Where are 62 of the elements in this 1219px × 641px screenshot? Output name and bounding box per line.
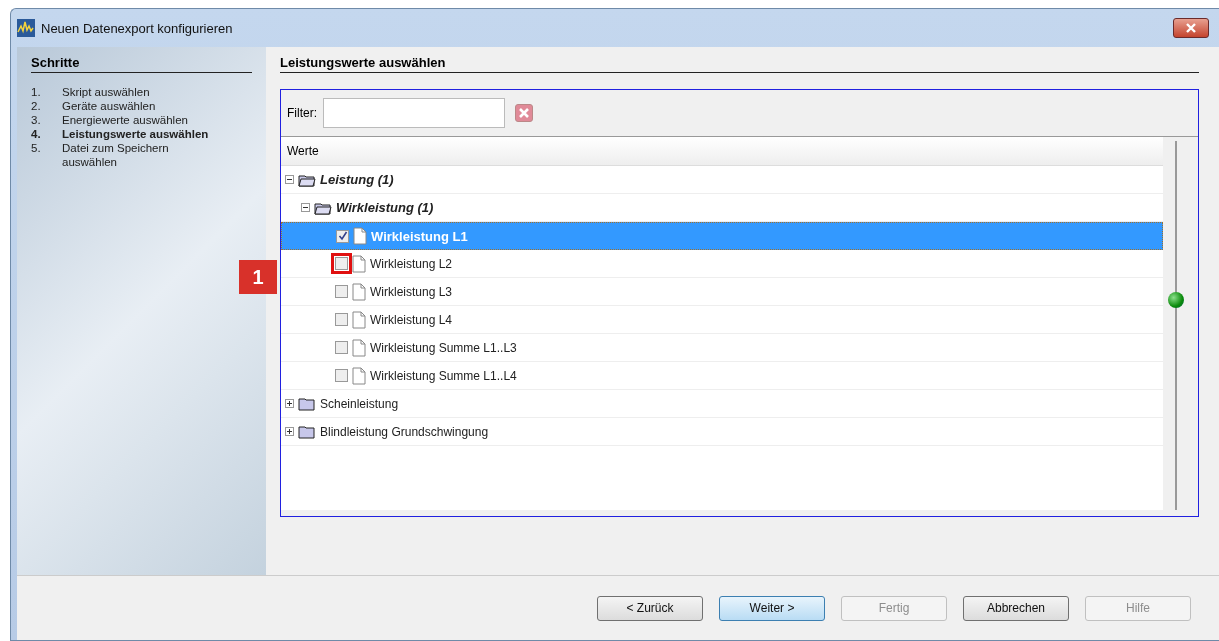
- tree-row[interactable]: Scheinleistung: [281, 390, 1163, 418]
- step-label: Datei zum Speichern auswählen: [62, 141, 170, 169]
- folder-icon: [314, 200, 332, 215]
- tree-row[interactable]: Blindleistung Grundschwingung: [281, 418, 1163, 446]
- document-icon: [353, 227, 367, 245]
- status-indicator-icon: [1168, 292, 1184, 308]
- tree-row[interactable]: Wirkleistung Summe L1..L4: [281, 362, 1163, 390]
- step-label: Energiewerte auswählen: [62, 113, 189, 127]
- expand-icon[interactable]: [285, 399, 294, 408]
- close-icon: [518, 107, 530, 119]
- close-icon: [1185, 23, 1197, 33]
- step-number: 2.: [31, 99, 42, 113]
- tree-item-label: Wirkleistung L4: [370, 312, 453, 327]
- callout-badge: 1: [239, 260, 277, 294]
- tree-row[interactable]: Wirkleistung Summe L1..L3: [281, 334, 1163, 362]
- tree-row[interactable]: Wirkleistung L2: [281, 250, 1163, 278]
- step-number: 5.: [31, 141, 42, 156]
- step-number: 1.: [31, 85, 42, 99]
- filter-label: Filter:: [287, 106, 317, 120]
- checkbox[interactable]: [335, 369, 348, 382]
- document-icon: [352, 254, 366, 273]
- step-label: Skript auswählen: [62, 85, 151, 99]
- folder-icon: [298, 396, 316, 411]
- tree-item-label: Scheinleistung: [320, 396, 399, 411]
- tree-row[interactable]: Wirkleistung L3: [281, 278, 1163, 306]
- collapse-icon[interactable]: [285, 175, 294, 184]
- tree-item-label: Wirkleistung L1: [371, 228, 468, 244]
- tree-item-label: Blindleistung Grundschwingung: [320, 424, 489, 439]
- filter-field[interactable]: [323, 98, 505, 128]
- page-title: Leistungswerte auswählen: [280, 55, 1199, 73]
- expand-icon[interactable]: [285, 427, 294, 436]
- tree-item-label: Leistung (1): [320, 172, 394, 187]
- tree-item-label: Wirkleistung L2: [370, 256, 453, 271]
- tree-item-label: Wirkleistung L3: [370, 284, 453, 299]
- window-title: Neuen Datenexport konfigurieren: [41, 20, 234, 36]
- dialog-button[interactable]: < Zurück: [597, 595, 703, 621]
- tree-item-label: Wirkleistung (1): [336, 200, 434, 215]
- tree-row[interactable]: Wirkleistung L4: [281, 306, 1163, 334]
- close-button[interactable]: [1173, 18, 1209, 38]
- document-icon: [352, 310, 366, 329]
- app-icon: [17, 19, 35, 37]
- checkbox[interactable]: [336, 229, 349, 243]
- step-number: 4.: [31, 127, 42, 141]
- clear-filter-button[interactable]: [515, 104, 533, 122]
- checkbox[interactable]: [335, 285, 348, 298]
- steps-title: Schritte: [31, 55, 252, 73]
- document-icon: [352, 282, 366, 301]
- document-icon: [352, 338, 366, 357]
- dialog-button[interactable]: Abbrechen: [963, 595, 1069, 621]
- document-icon: [352, 366, 366, 385]
- tree-item-label: Wirkleistung Summe L1..L3: [370, 340, 517, 355]
- step-label: Leistungswerte auswählen: [62, 127, 210, 141]
- checkbox[interactable]: [335, 341, 348, 354]
- tree-row[interactable]: Leistung (1): [281, 166, 1163, 194]
- folder-icon: [298, 424, 316, 439]
- tree-item-label: Wirkleistung Summe L1..L4: [370, 368, 517, 383]
- folder-icon: [298, 172, 316, 187]
- collapse-icon[interactable]: [301, 203, 310, 212]
- step-number: 3.: [31, 113, 42, 127]
- step-label: Geräte auswählen: [62, 99, 157, 113]
- dialog-button[interactable]: Weiter >: [719, 595, 825, 621]
- checkbox[interactable]: [335, 313, 348, 326]
